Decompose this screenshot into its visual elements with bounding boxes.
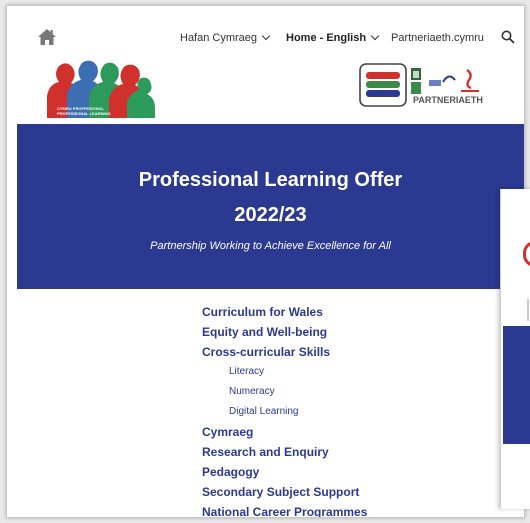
menu-link-cross-curricular-skills[interactable]: Cross-curricular Skills xyxy=(202,342,367,362)
preview-divider xyxy=(527,299,529,321)
nav-site-link[interactable]: Partneriaeth.cymru xyxy=(391,32,484,44)
browser-page: Hafan Cymraeg Home - English Partneriaet… xyxy=(6,5,525,518)
menu-link-secondary-subject-support[interactable]: Secondary Subject Support xyxy=(202,482,367,502)
menu-link-pedagogy[interactable]: Pedagogy xyxy=(202,462,367,482)
svg-text:PROFESSIONAL LEARNING: PROFESSIONAL LEARNING xyxy=(57,111,111,116)
menu-link-digital-learning[interactable]: Digital Learning xyxy=(229,402,367,422)
menu-link-cymraeg[interactable]: Cymraeg xyxy=(202,422,367,442)
svg-text:PARTNERIAETH: PARTNERIAETH xyxy=(413,95,483,105)
nav-cymraeg-dropdown[interactable]: Hafan Cymraeg xyxy=(180,31,271,44)
home-icon[interactable] xyxy=(37,28,57,46)
menu-link-curriculum-for-wales[interactable]: Curriculum for Wales xyxy=(202,302,367,322)
preview-logo-fragment xyxy=(523,241,530,267)
professional-learning-logo[interactable]: CYMRU PROFFESIYNOL PROFESSIONAL LEARNING xyxy=(45,56,155,118)
banner-tagline: Partnership Working to Achieve Excellenc… xyxy=(150,240,391,252)
search-icon[interactable] xyxy=(501,30,515,44)
nav-english-dropdown[interactable]: Home - English xyxy=(286,31,380,44)
page-title: Professional Learning Offer xyxy=(138,169,403,191)
preview-banner-fragment xyxy=(503,326,530,444)
chevron-down-icon xyxy=(370,31,380,41)
partneriaeth-logo[interactable]: PARTNERIAETH xyxy=(359,62,499,108)
menu-link-equity-and-well-being[interactable]: Equity and Well-being xyxy=(202,322,367,342)
nav-cymraeg-label: Hafan Cymraeg xyxy=(180,32,258,44)
top-navigation: Hafan Cymraeg Home - English Partneriaet… xyxy=(7,24,524,54)
overlapping-page-preview xyxy=(500,189,530,509)
menu-link-research-and-enquiry[interactable]: Research and Enquiry xyxy=(202,442,367,462)
nav-english-label: Home - English xyxy=(286,32,367,44)
menu-link-national-career-programmes[interactable]: National Career Programmes xyxy=(202,502,367,517)
chevron-down-icon xyxy=(261,31,271,41)
menu-link-numeracy[interactable]: Numeracy xyxy=(229,382,367,402)
offer-menu: Curriculum for Wales Equity and Well-bei… xyxy=(202,302,367,517)
page-year: 2022/23 xyxy=(234,204,307,226)
menu-link-literacy[interactable]: Literacy xyxy=(229,362,367,382)
hero-banner: Professional Learning Offer 2022/23 Part… xyxy=(17,124,524,289)
